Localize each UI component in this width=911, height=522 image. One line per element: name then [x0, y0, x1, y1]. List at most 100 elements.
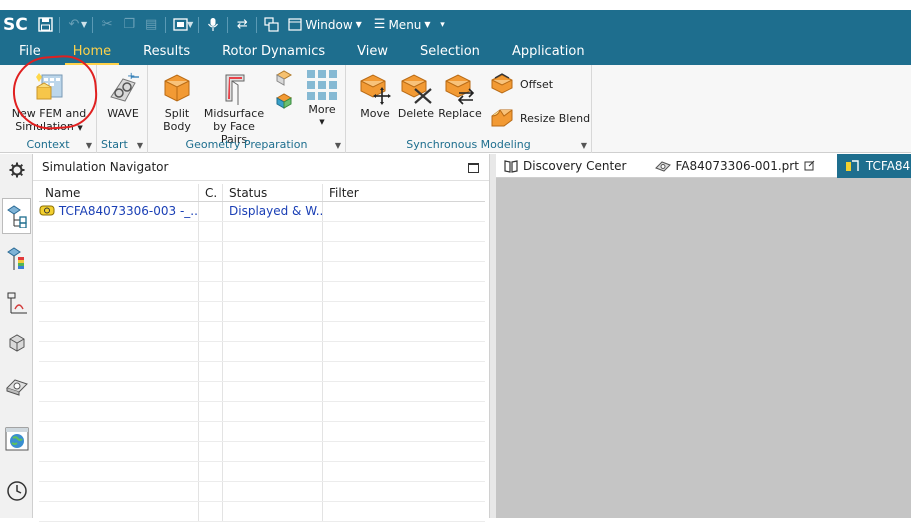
ribbon-group-start: + WAVE Start ▼ [97, 65, 148, 153]
table-row [39, 482, 485, 502]
group-dropdown-icon[interactable]: ▼ [581, 141, 587, 150]
copy-icon[interactable]: ❐ [118, 14, 140, 36]
offset-face-button[interactable]: Offset [490, 71, 553, 97]
menu-button[interactable]: ☰ Menu ▼ [368, 17, 437, 32]
table-row [39, 322, 485, 342]
midsurface-icon [218, 71, 250, 105]
tab-selection[interactable]: Selection [404, 41, 496, 65]
navigator-title: Simulation Navigator [42, 160, 169, 174]
tab-discovery-center[interactable]: Discovery Center [496, 154, 635, 178]
delete-label: Delete [397, 107, 435, 120]
command-finder-icon[interactable]: ⇄ [231, 14, 253, 36]
split-body-button[interactable]: Split Body [156, 71, 198, 133]
part-navigator-icon[interactable] [4, 290, 30, 316]
ribbon-group-title: Context [26, 138, 70, 151]
tab-application[interactable]: Application [496, 41, 601, 65]
more-label: More [308, 103, 336, 116]
post-processing-navigator-icon[interactable] [4, 246, 30, 272]
panel-splitter[interactable] [489, 154, 496, 518]
column-header-status[interactable]: Status [223, 184, 323, 201]
tab-label: TCFA840733 [865, 158, 911, 173]
row-name-cell[interactable]: TCFA84073306-003 -_... [39, 202, 199, 221]
app-logo: SC [3, 14, 28, 35]
table-row [39, 362, 485, 382]
separator [59, 16, 60, 33]
tab-view[interactable]: View [341, 41, 404, 65]
resource-bar [0, 154, 33, 518]
table-row [39, 442, 485, 462]
simulation-file-icon [39, 205, 55, 216]
wave-label: WAVE [107, 107, 139, 120]
delete-face-button[interactable]: Delete [396, 71, 436, 120]
simulation-navigator-panel: Simulation Navigator Name C. Status Filt… [33, 154, 489, 522]
table-header: Name C. Status Filter [39, 184, 485, 202]
switch-window-icon[interactable] [260, 14, 282, 36]
tab-results[interactable]: Results [127, 41, 206, 65]
table-row [39, 422, 485, 442]
table-row [39, 342, 485, 362]
column-header-name[interactable]: Name [39, 184, 199, 201]
tab-active-sim-file[interactable]: TCFA840733 [836, 153, 911, 178]
table-row [39, 402, 485, 422]
web-browser-icon[interactable] [4, 426, 30, 452]
maximize-icon[interactable] [468, 163, 479, 173]
quick-access-toolbar: ↶ ▼ ✂ ❐ ▤ ▼ ⇄ Window ▼ ☰ Menu ▼ ▾ [34, 10, 449, 39]
move-face-button[interactable]: Move [354, 71, 396, 120]
row-filter-cell [323, 202, 485, 221]
modified-icon [804, 160, 815, 171]
separator [198, 16, 200, 33]
history-clock-icon[interactable] [4, 478, 30, 504]
window-icon [288, 18, 302, 31]
ribbon-group-geometry-preparation: Split Body Midsurface by Face Pairs More… [148, 65, 346, 153]
undo-dropdown-icon[interactable]: ▼ [81, 20, 87, 29]
replace-label: Replace [438, 107, 482, 120]
wave-button[interactable]: + WAVE [102, 71, 144, 120]
group-dropdown-icon[interactable]: ▼ [137, 141, 143, 150]
top-strip [0, 0, 911, 10]
midsurface-button[interactable]: Midsurface by Face Pairs [200, 71, 268, 146]
group-dropdown-icon[interactable]: ▼ [86, 141, 92, 150]
paste-icon[interactable]: ▤ [140, 14, 162, 36]
reuse-library-icon[interactable] [4, 372, 30, 398]
customize-toolbar-icon[interactable]: ▾ [437, 14, 449, 36]
save-icon[interactable] [34, 14, 56, 36]
tab-part-file[interactable]: FA84073306-001.prt [635, 154, 823, 178]
separator [227, 16, 229, 33]
row-c-cell [199, 202, 223, 221]
tab-label: FA84073306-001.prt [675, 158, 799, 173]
delete-face-icon [399, 71, 433, 105]
column-header-filter[interactable]: Filter [323, 184, 485, 201]
graphics-window[interactable]: Discovery Center FA84073306-001.prt TCFA… [496, 153, 911, 518]
menu-button-label: Menu [388, 17, 422, 32]
replace-face-button[interactable]: Replace [436, 71, 484, 120]
microphone-icon[interactable] [202, 14, 224, 36]
table-row [39, 302, 485, 322]
table-row [39, 462, 485, 482]
table-row [39, 262, 485, 282]
cut-icon[interactable]: ✂ [96, 14, 118, 36]
tab-rotor-dynamics[interactable]: Rotor Dynamics [206, 41, 341, 65]
navigator-header: Simulation Navigator [33, 154, 489, 181]
resize-blend-button[interactable]: Resize Blend [490, 105, 590, 131]
column-header-c[interactable]: C. [199, 184, 223, 201]
small-tool-2-icon[interactable] [275, 92, 293, 110]
table-row [39, 502, 485, 522]
table-row[interactable]: TCFA84073306-003 -_... Displayed & W... [39, 202, 485, 222]
touch-mode-dropdown-icon[interactable]: ▼ [187, 20, 193, 29]
chevron-down-icon: ▼ [319, 118, 325, 126]
window-menu[interactable]: Window ▼ [282, 18, 367, 32]
table-row [39, 382, 485, 402]
ribbon-tab-bar: File Home Results Rotor Dynamics View Se… [0, 39, 911, 65]
small-tool-1-icon[interactable] [275, 69, 293, 87]
more-button[interactable]: More ▼ [304, 69, 340, 129]
group-dropdown-icon[interactable]: ▼ [335, 141, 341, 150]
midsurface-label-line1: Midsurface [203, 107, 265, 120]
simulation-navigator-icon[interactable] [2, 198, 31, 234]
separator [92, 16, 94, 33]
gear-icon[interactable] [4, 157, 30, 183]
split-body-icon [161, 71, 193, 105]
row-name: TCFA84073306-003 -_... [58, 204, 199, 218]
document-tab-bar: Discovery Center FA84073306-001.prt TCFA… [496, 153, 911, 178]
chevron-down-icon: ▼ [77, 124, 83, 132]
assembly-navigator-icon[interactable] [4, 330, 30, 356]
